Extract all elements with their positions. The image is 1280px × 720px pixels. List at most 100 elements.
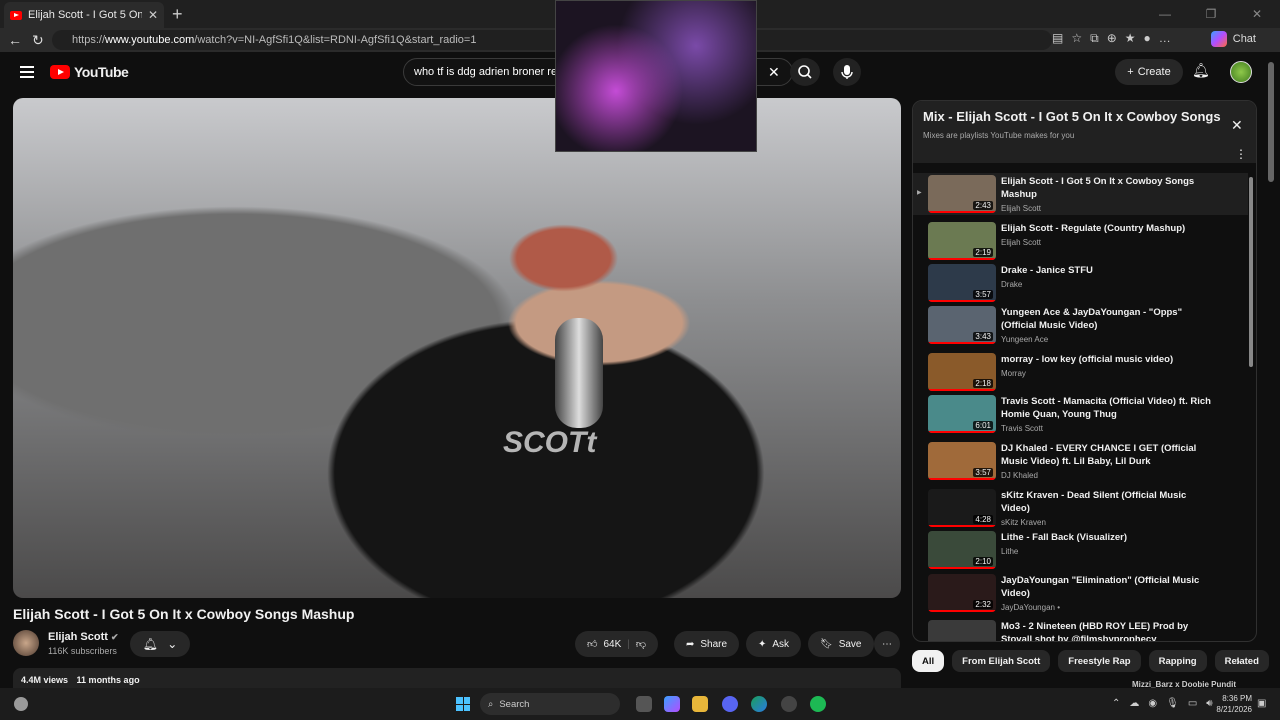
restore-icon[interactable]: ❐ (1188, 0, 1234, 28)
playlist-item[interactable]: 3:57 DJ Khaled - EVERY CHANCE I GET (Offi… (913, 440, 1248, 482)
video-thumbnail[interactable]: 4:28 (928, 489, 996, 527)
chevron-right-icon[interactable]: › (1236, 654, 1240, 668)
filter-chip[interactable]: All (912, 650, 945, 672)
filter-chip[interactable]: Related (1214, 650, 1269, 672)
profile-icon[interactable]: ● (1144, 31, 1151, 46)
copilot-app-icon[interactable] (664, 696, 680, 712)
steam-icon[interactable] (781, 696, 797, 712)
playlist-item-channel: sKitz Kraven (1001, 518, 1046, 527)
taskbar-clock[interactable]: 8:36 PM 8/21/2026 (1210, 693, 1252, 715)
playlist-item[interactable]: 6:01 Travis Scott - Mamacita (Official Vi… (913, 393, 1248, 435)
video-duration: 6:01 (973, 421, 993, 430)
edge-browser-icon[interactable] (751, 696, 767, 712)
watched-progress-bar (928, 258, 996, 260)
channel-avatar[interactable] (13, 630, 39, 656)
search-button[interactable] (790, 58, 820, 86)
windows-start-icon[interactable] (456, 697, 470, 711)
extensions-icon[interactable]: ⧉ (1090, 31, 1099, 46)
task-view-icon[interactable] (636, 696, 652, 712)
notification-center-icon[interactable]: ▣ (1257, 698, 1266, 709)
spotify-icon[interactable] (810, 696, 826, 712)
playlist-item[interactable]: 2:32 JayDaYoungan "Elimination" (Official… (913, 572, 1248, 614)
related-filter-chips: All From Elijah Scott Freestyle Rap Rapping… (912, 650, 1269, 674)
playlist-item[interactable]: 4:28 sKitz Kraven - Dead Silent (Official… (913, 487, 1248, 529)
playlist-header: Mix - Elijah Scott - I Got 5 On It x Cow… (913, 101, 1256, 163)
playlist-title[interactable]: Mix - Elijah Scott - I Got 5 On It x Cow… (923, 109, 1223, 124)
youtube-logo[interactable]: YouTube (50, 64, 129, 80)
playlist-item[interactable]: 3:43 Yungeen Ace & JayDaYoungan - "Opps" … (913, 304, 1248, 346)
video-thumbnail[interactable]: 2:43 (928, 175, 996, 213)
video-thumbnail[interactable]: 3:57 (928, 264, 996, 302)
playlist-item[interactable]: 3:57 Drake - Janice STFU Drake (913, 262, 1248, 304)
video-player[interactable]: SCOTt (13, 98, 901, 598)
filter-chip[interactable]: Freestyle Rap (1058, 650, 1141, 672)
playlist-item[interactable]: 2:18 morray - low key (official music vid… (913, 351, 1248, 393)
more-horizontal-icon: ⋯ (882, 638, 892, 650)
video-microphone-shape (555, 318, 603, 428)
playlist-item[interactable]: 2:10 Lithe - Fall Back (Visualizer) Lithe (913, 529, 1248, 571)
widgets-icon[interactable] (14, 697, 28, 711)
tray-chevron-up-icon[interactable]: ⌃ (1112, 698, 1120, 709)
voice-search-button[interactable] (833, 58, 861, 86)
collections-icon[interactable]: ⊕ (1107, 31, 1117, 46)
favorites-icon[interactable]: ★ (1125, 31, 1136, 46)
copilot-chat-button[interactable]: Chat (1210, 31, 1256, 47)
file-explorer-icon[interactable] (692, 696, 708, 712)
next-recommendation-title[interactable]: Mizzi_Barz x Doobie Pundit (1132, 680, 1236, 688)
channel-name[interactable]: Elijah Scott ✔ (48, 631, 119, 643)
chat-label: Chat (1232, 33, 1256, 45)
playlist-item[interactable]: 2:19 Elijah Scott - Regulate (Country Mas… (913, 220, 1248, 262)
like-dislike-button[interactable]: 👍︎ 64K | 👎︎ (575, 631, 659, 657)
video-duration: 2:43 (973, 201, 993, 210)
playlist-scroll-thumb[interactable] (1249, 177, 1253, 367)
network-icon[interactable]: ▭ (1188, 698, 1197, 709)
account-avatar[interactable] (1230, 61, 1252, 83)
tray-app-icon[interactable]: ◉ (1148, 698, 1157, 709)
close-playlist-icon[interactable]: ✕ (1231, 117, 1243, 134)
playlist-item-channel: Travis Scott (1001, 424, 1043, 433)
taskbar-search[interactable]: ⌕ Search (480, 693, 620, 715)
microphone-tray-icon[interactable]: 🎙︎ (1166, 698, 1179, 709)
minimize-icon[interactable]: — (1142, 0, 1188, 28)
save-button[interactable]: 🔖︎ Save (808, 631, 874, 657)
playlist-more-icon[interactable]: ⋮ (1235, 147, 1247, 161)
url-field[interactable]: https://www.youtube.com/watch?v=NI-AgfSf… (52, 30, 1052, 50)
back-arrow-icon[interactable]: ← (8, 32, 22, 48)
video-thumbnail[interactable]: 2:32 (928, 574, 996, 612)
browser-tab[interactable]: Elijah Scott - I Got 5 On It x Co ✕ (4, 2, 164, 28)
refresh-icon[interactable]: ↻ (32, 32, 44, 49)
split-screen-icon[interactable]: ▤ (1052, 31, 1063, 46)
video-thumbnail[interactable]: 3:43 (928, 306, 996, 344)
more-options-icon[interactable]: … (1159, 31, 1171, 46)
video-thumbnail[interactable]: 2:19 (928, 222, 996, 260)
discord-icon[interactable] (722, 696, 738, 712)
notifications-bell-icon[interactable]: 🔔︎ (1192, 62, 1210, 79)
subscription-bell-button[interactable]: 🔔︎ ⌄ (130, 631, 190, 657)
page-scrollbar[interactable] (1268, 62, 1274, 182)
create-button[interactable]: + Create (1115, 59, 1183, 85)
playlist-item[interactable]: Mo3 - 2 Nineteen (HBD ROY LEE) Prod by S… (913, 618, 1248, 641)
more-actions-button[interactable]: ⋯ (874, 631, 900, 657)
new-tab-icon[interactable]: + (172, 4, 183, 25)
favorite-star-icon[interactable]: ☆ (1071, 31, 1082, 46)
video-thumbnail[interactable]: 2:10 (928, 531, 996, 569)
share-button[interactable]: ➦ Share (674, 631, 740, 657)
filter-chip[interactable]: From Elijah Scott (952, 650, 1051, 672)
filter-chip[interactable]: Rapping (1148, 650, 1207, 672)
video-duration: 2:18 (973, 379, 993, 388)
playlist-item-title: sKitz Kraven - Dead Silent (Official Mus… (1001, 490, 1187, 514)
playlist-scrollbar[interactable] (1249, 171, 1253, 636)
video-thumbnail[interactable]: 2:18 (928, 353, 996, 391)
onedrive-icon[interactable]: ☁ (1129, 698, 1139, 709)
close-window-icon[interactable]: ✕ (1234, 0, 1280, 28)
video-thumbnail[interactable]: 6:01 (928, 395, 996, 433)
menu-icon[interactable] (20, 66, 34, 78)
close-tab-icon[interactable]: ✕ (148, 8, 158, 22)
ask-button[interactable]: ✦ Ask (746, 631, 802, 657)
clear-search-icon[interactable]: ✕ (768, 64, 780, 81)
watched-progress-bar (928, 478, 996, 480)
video-thumbnail[interactable] (928, 620, 996, 641)
video-thumbnail[interactable]: 3:57 (928, 442, 996, 480)
clock-date: 8/21/2026 (1216, 705, 1252, 714)
playlist-item[interactable]: ▶ 2:43 Elijah Scott - I Got 5 On It x Cowb… (913, 173, 1248, 215)
